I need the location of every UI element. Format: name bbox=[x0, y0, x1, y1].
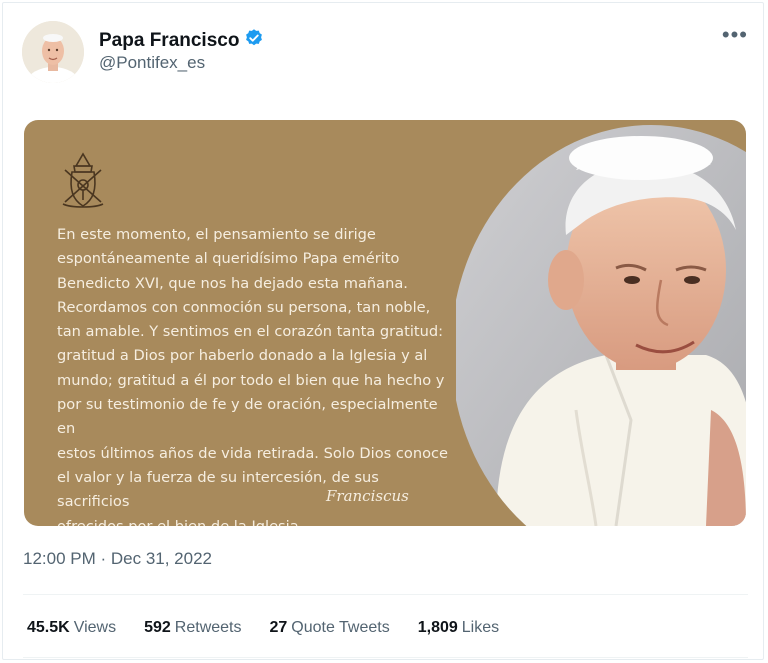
card-text-line: por su testimonio de fe y de oración, es… bbox=[57, 396, 438, 438]
tweet-image-card[interactable]: En este momento, el pensamiento se dirig… bbox=[24, 120, 746, 526]
divider bbox=[23, 594, 748, 595]
stat-count: 592 bbox=[144, 619, 171, 636]
card-text-line: mundo; gratitud a él por todo el bien qu… bbox=[57, 371, 445, 389]
tweet-stats: 45.5K Views 592 Retweets 27 Quote Tweets 1,… bbox=[27, 619, 499, 637]
card-text-line: estos últimos años de vida retirada. Sol… bbox=[57, 444, 448, 462]
card-text-line: Benedicto XVI, que nos ha dejado esta ma… bbox=[57, 274, 408, 292]
stat-views[interactable]: 45.5K Views bbox=[27, 619, 116, 637]
stat-label: Retweets bbox=[174, 619, 242, 636]
verified-badge-icon bbox=[244, 28, 264, 53]
stat-likes[interactable]: 1,809 Likes bbox=[418, 619, 499, 637]
card-text-line: Recordamos con conmoción su persona, tan… bbox=[57, 298, 431, 316]
card-text-line: En este momento, el pensamiento se dirig… bbox=[57, 226, 376, 243]
stat-count: 1,809 bbox=[417, 619, 458, 636]
stat-retweets[interactable]: 592 Retweets bbox=[144, 619, 241, 637]
author-name-row: Papa Francisco bbox=[99, 28, 264, 53]
author-handle[interactable]: @Pontifex_es bbox=[99, 53, 205, 73]
card-text-line: espontáneamente al queridísimo Papa emér… bbox=[57, 250, 400, 268]
tweet-header: Papa Francisco @Pontifex_es ••• bbox=[22, 21, 752, 85]
card-text-line: tan amable. Y sentimos en el corazón tan… bbox=[57, 323, 444, 341]
signature: Franciscus bbox=[326, 487, 409, 505]
author-name[interactable]: Papa Francisco bbox=[99, 30, 239, 52]
tweet-timestamp[interactable]: 12:00 PM · Dec 31, 2022 bbox=[23, 549, 212, 569]
divider bbox=[23, 657, 748, 658]
stat-label: Likes bbox=[461, 619, 500, 636]
stat-quote-tweets[interactable]: 27 Quote Tweets bbox=[270, 619, 390, 637]
stat-label: Views bbox=[73, 619, 117, 636]
card-text-line: ofrecidos por el bien de la Iglesia. bbox=[57, 515, 452, 526]
papal-crest-icon bbox=[57, 150, 109, 212]
more-horizontal-icon[interactable]: ••• bbox=[722, 24, 748, 46]
card-message: En este momento, el pensamiento se dirig… bbox=[57, 223, 452, 526]
card-text-line: gratitud a Dios por haberlo donado a la … bbox=[57, 347, 428, 365]
stat-count: 27 bbox=[269, 619, 288, 636]
portrait-photo bbox=[456, 120, 746, 526]
stat-label: Quote Tweets bbox=[291, 619, 390, 636]
stat-count: 45.5K bbox=[27, 619, 70, 636]
avatar[interactable] bbox=[22, 21, 84, 83]
